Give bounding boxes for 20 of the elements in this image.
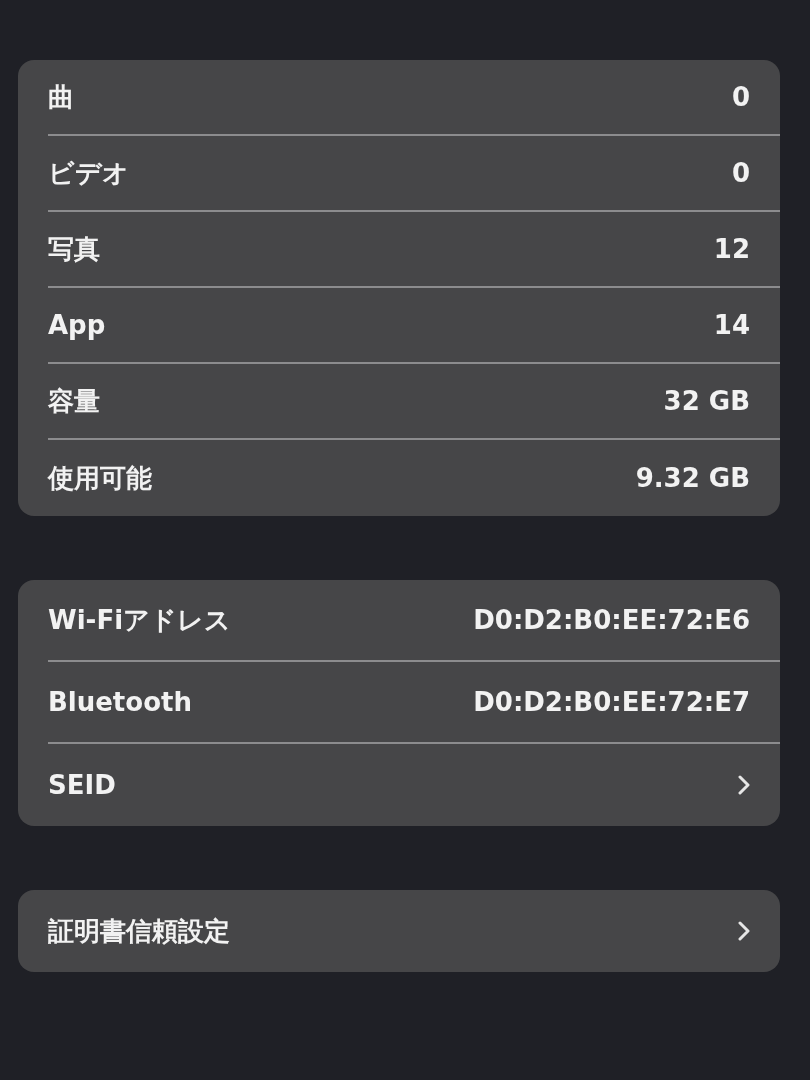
info-value: D0:D2:B0:EE:72:E7: [473, 687, 750, 717]
info-label: 写真: [48, 232, 100, 266]
settings-link-row[interactable]: 証明書信頼設定: [48, 890, 780, 972]
info-label: Bluetooth: [48, 687, 192, 717]
info-label: Wi-Fiアドレス: [48, 603, 232, 637]
info-value: 32 GB: [663, 386, 750, 416]
info-label: ビデオ: [48, 156, 129, 190]
info-value: 12: [713, 234, 750, 264]
info-label: 容量: [48, 384, 100, 418]
info-value: 9.32 GB: [635, 463, 750, 493]
chevron-right-icon: [738, 921, 750, 941]
info-label: 使用可能: [48, 461, 152, 495]
info-value: 14: [713, 310, 750, 340]
info-value: 0: [731, 158, 750, 188]
settings-link-row[interactable]: SEID: [48, 744, 780, 826]
info-value: 0: [731, 82, 750, 112]
info-label: App: [48, 310, 106, 340]
chevron-right-icon: [738, 775, 750, 795]
info-label: 曲: [48, 80, 74, 114]
info-value: D0:D2:B0:EE:72:E6: [473, 605, 750, 635]
